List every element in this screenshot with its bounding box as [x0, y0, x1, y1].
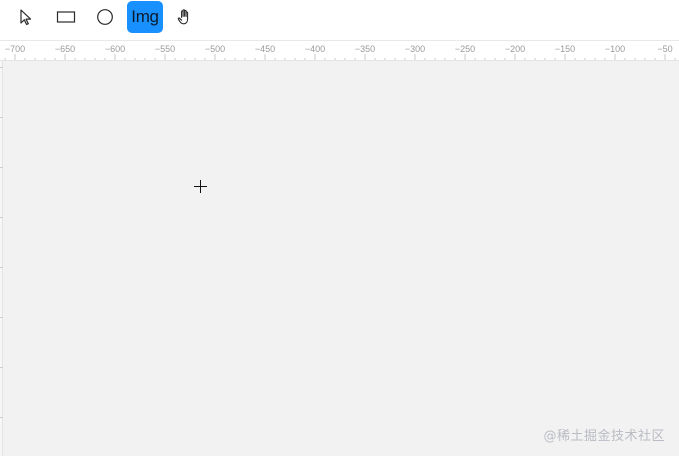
vertical-ruler-tick: [0, 117, 3, 118]
ruler-label: −400: [305, 44, 325, 54]
toolbar: Img: [0, 0, 679, 40]
ruler-label: −350: [355, 44, 375, 54]
ruler-label: −450: [255, 44, 275, 54]
watermark-text: @稀土掘金技术社区: [543, 429, 665, 444]
rectangle-tool-button[interactable]: [48, 1, 84, 33]
vertical-ruler-tick: [0, 267, 3, 268]
ruler-label: −700: [5, 44, 25, 54]
pointer-arrow-icon: [20, 9, 32, 26]
rectangle-icon: [56, 11, 76, 23]
vertical-ruler-tick: [0, 217, 3, 218]
vertical-ruler-tick: [0, 67, 3, 68]
select-tool-button[interactable]: [8, 1, 44, 33]
ruler-label: −100: [605, 44, 625, 54]
vertical-ruler-tick: [0, 167, 3, 168]
image-tool-label: Img: [131, 7, 159, 26]
ruler-label: −500: [205, 44, 225, 54]
circle-tool-button[interactable]: [87, 1, 123, 33]
ruler-label: −650: [55, 44, 75, 54]
pan-tool-button[interactable]: [167, 1, 203, 33]
crosshair-icon: [194, 180, 207, 193]
vertical-ruler-tick: [0, 317, 3, 318]
drawing-canvas[interactable]: [0, 61, 679, 456]
vertical-ruler-tick: [0, 367, 3, 368]
ruler-label: −550: [155, 44, 175, 54]
ruler-label: −200: [505, 44, 525, 54]
vertical-ruler-tick: [0, 417, 3, 418]
ruler-label: −50: [657, 44, 672, 54]
vertical-ruler: [0, 61, 3, 456]
editor-app: Img −700 −650 −600 −550 −500 −450 −400 −350 −300…: [0, 0, 679, 456]
image-tool-button[interactable]: Img: [127, 1, 163, 33]
horizontal-ruler: −700 −650 −600 −550 −500 −450 −400 −350 −300 −250…: [0, 40, 679, 61]
ruler-label: −250: [455, 44, 475, 54]
ruler-label: −600: [105, 44, 125, 54]
circle-icon: [97, 9, 113, 25]
hand-icon: [177, 9, 189, 25]
ruler-label: −300: [405, 44, 425, 54]
ruler-label: −150: [555, 44, 575, 54]
